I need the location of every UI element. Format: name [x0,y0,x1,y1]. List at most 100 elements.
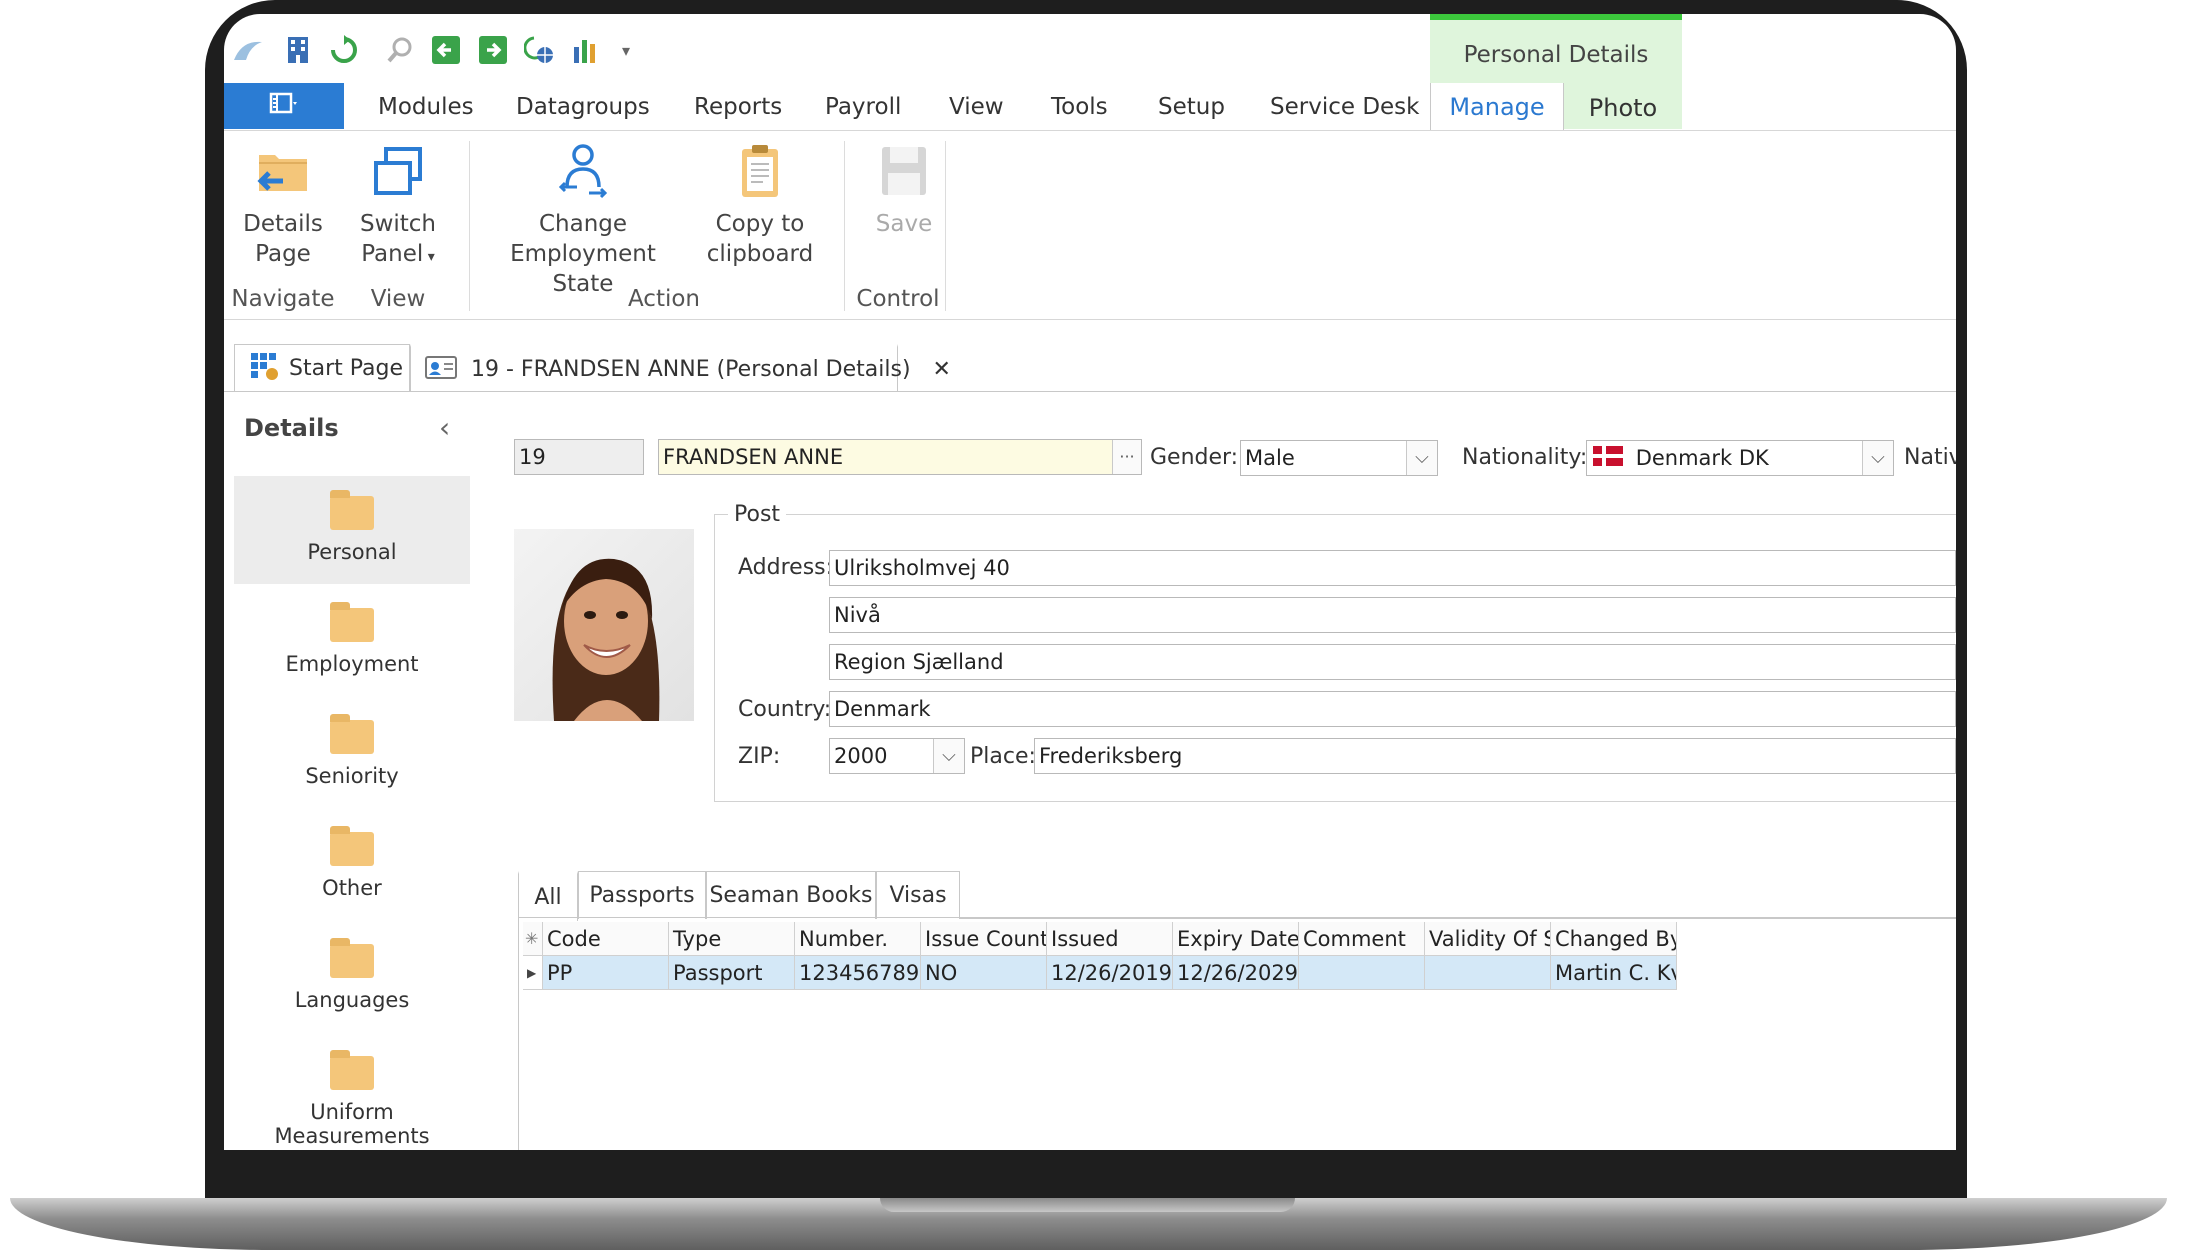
ellipsis-icon[interactable]: ··· [1112,440,1141,474]
change-employment-state-button[interactable]: Change Employment State [486,141,680,299]
details-page-label-2: Page [255,241,311,267]
close-icon[interactable]: ✕ [933,357,951,382]
menu-setup[interactable]: Setup [1158,94,1225,120]
sidebar-item-uniform-measurements[interactable]: Uniform Measurements [234,1036,470,1148]
group-action: Action [627,286,701,312]
employee-id-field[interactable]: 19 [514,439,644,475]
place-label: Place: [970,744,1036,769]
sidebar-item-label: Seniority [305,764,399,788]
subtab-all[interactable]: All [518,871,578,921]
search-icon[interactable] [384,34,416,66]
sidebar-item-languages[interactable]: Languages [234,924,470,1032]
column-header-code[interactable]: Code [543,922,669,956]
employee-name-value: FRANDSEN ANNE [663,445,844,469]
group-navigate: Navigate [231,286,335,312]
gender-select[interactable]: Male ⌵ [1240,440,1438,476]
address-line-1-input[interactable]: Ulriksholmvej 40 [829,550,1956,586]
chevron-down-icon[interactable]: ⌵ [1406,441,1437,475]
menu-modules[interactable]: Modules [378,94,474,120]
context-tab-group-title: Personal Details [1463,42,1649,68]
customize-icon[interactable]: ▾ [610,34,642,66]
place-input[interactable]: Frederiksberg [1034,738,1956,774]
column-header-number[interactable]: Number. [795,922,921,956]
table-row-cell-type[interactable]: Passport [669,956,795,990]
tab-manage[interactable]: Manage [1430,83,1564,131]
zip-select[interactable]: 2000 ⌵ [829,738,965,774]
menu-service-desk[interactable]: Service Desk [1270,94,1419,120]
column-header-type[interactable]: Type [669,922,795,956]
menu-tools[interactable]: Tools [1051,94,1108,120]
switch-panel-label-2: Panel ▾ [361,241,435,267]
column-header-expiry-date[interactable]: Expiry Date [1173,922,1299,956]
subtab-visas[interactable]: Visas [876,871,960,919]
tab-start-page[interactable]: Start Page [234,344,410,392]
copy-to-clipboard-button[interactable]: Copy to clipboard [700,141,820,269]
column-header-changed-by[interactable]: Changed By [1551,922,1677,956]
address-line-3-input[interactable]: Region Sjælland [829,644,1956,680]
save-icon [874,141,934,201]
folder-icon [330,602,374,642]
table-row-cell-issue-country[interactable]: NO [921,956,1047,990]
table-row-cell-validity[interactable] [1425,956,1551,990]
menu-reports[interactable]: Reports [694,94,782,120]
sidebar-item-seniority[interactable]: Seniority [234,700,470,808]
copy-to-clipboard-label-1: Copy to [715,211,805,237]
address-line-2-input[interactable]: Nivå [829,597,1956,633]
sidebar-item-other[interactable]: Other [234,812,470,920]
gender-label: Gender: [1150,445,1239,470]
subtab-passports[interactable]: Passports [578,871,706,919]
sidebar-item-employment[interactable]: Employment [234,588,470,696]
menu-view[interactable]: View [949,94,1004,120]
app-window: ▾ Personal Details Modules Datagroups Re… [224,14,1956,1150]
denmark-flag-icon [1593,442,1623,475]
ribbon-separator [844,141,845,311]
post-group-title: Post [728,502,787,527]
forward-icon[interactable] [477,34,509,66]
user-arrows-icon [553,141,613,201]
file-menu-button[interactable] [224,83,344,129]
documents-grid: ✳ Code Type Number. Issue Countr Issued … [518,917,1956,1150]
save-button[interactable]: Save [864,141,944,239]
sidebar-item-personal[interactable]: Personal [234,476,470,584]
chart-icon[interactable] [570,34,602,66]
column-header-issued[interactable]: Issued [1047,922,1173,956]
sidebar-item-label: Personal [307,540,397,564]
menu-payroll[interactable]: Payroll [825,94,901,120]
refresh-icon[interactable] [328,34,360,66]
country-label: Country: [738,697,832,722]
sidebar-item-label: Languages [294,988,410,1012]
nationality-select[interactable]: Denmark DK ⌵ [1586,440,1894,476]
nationality-value: Denmark DK [1635,446,1769,470]
country-input[interactable]: Denmark [829,691,1956,727]
switch-panel-button[interactable]: Switch Panel ▾ [348,141,448,272]
back-icon[interactable] [430,34,462,66]
table-row-cell-comment[interactable] [1299,956,1425,990]
chevron-down-icon[interactable]: ⌵ [1862,441,1893,475]
clipboard-icon [730,141,790,201]
tab-personal-details-record[interactable]: 19 - FRANDSEN ANNE (Personal Details) ✕ [410,344,951,392]
ribbon: Details Page Switch Panel ▾ Change Emplo… [224,130,1956,320]
globe-refresh-icon[interactable] [524,34,556,66]
folder-icon [330,938,374,978]
table-row-cell-code[interactable]: PP [543,956,669,990]
column-header-issue-country[interactable]: Issue Countr [921,922,1047,956]
table-row-cell-number[interactable]: 123456789 [795,956,921,990]
app-logo-icon[interactable] [232,34,264,66]
table-row-cell-expiry-date[interactable]: 12/26/2029 [1173,956,1299,990]
sidebar-item-label: Employment [285,652,419,676]
save-label: Save [875,211,933,237]
nationality-label: Nationality: [1462,445,1588,470]
table-row-cell-changed-by[interactable]: Martin C. Kv [1551,956,1677,990]
tab-photo[interactable]: Photo [1564,94,1682,122]
subtab-seaman-books[interactable]: Seaman Books [706,871,876,919]
building-icon[interactable] [282,34,314,66]
menu-datagroups[interactable]: Datagroups [516,94,650,120]
column-header-comment[interactable]: Comment [1299,922,1425,956]
chevron-left-icon[interactable]: ‹ [439,411,450,444]
record-tab-label: 19 - FRANDSEN ANNE (Personal Details) [471,357,911,382]
details-page-button[interactable]: Details Page [238,141,328,269]
table-row-cell-issued[interactable]: 12/26/2019 [1047,956,1173,990]
column-header-validity[interactable]: Validity Of S [1425,922,1551,956]
employee-name-field[interactable]: FRANDSEN ANNE ··· [658,439,1142,475]
chevron-down-icon[interactable]: ⌵ [933,739,964,773]
